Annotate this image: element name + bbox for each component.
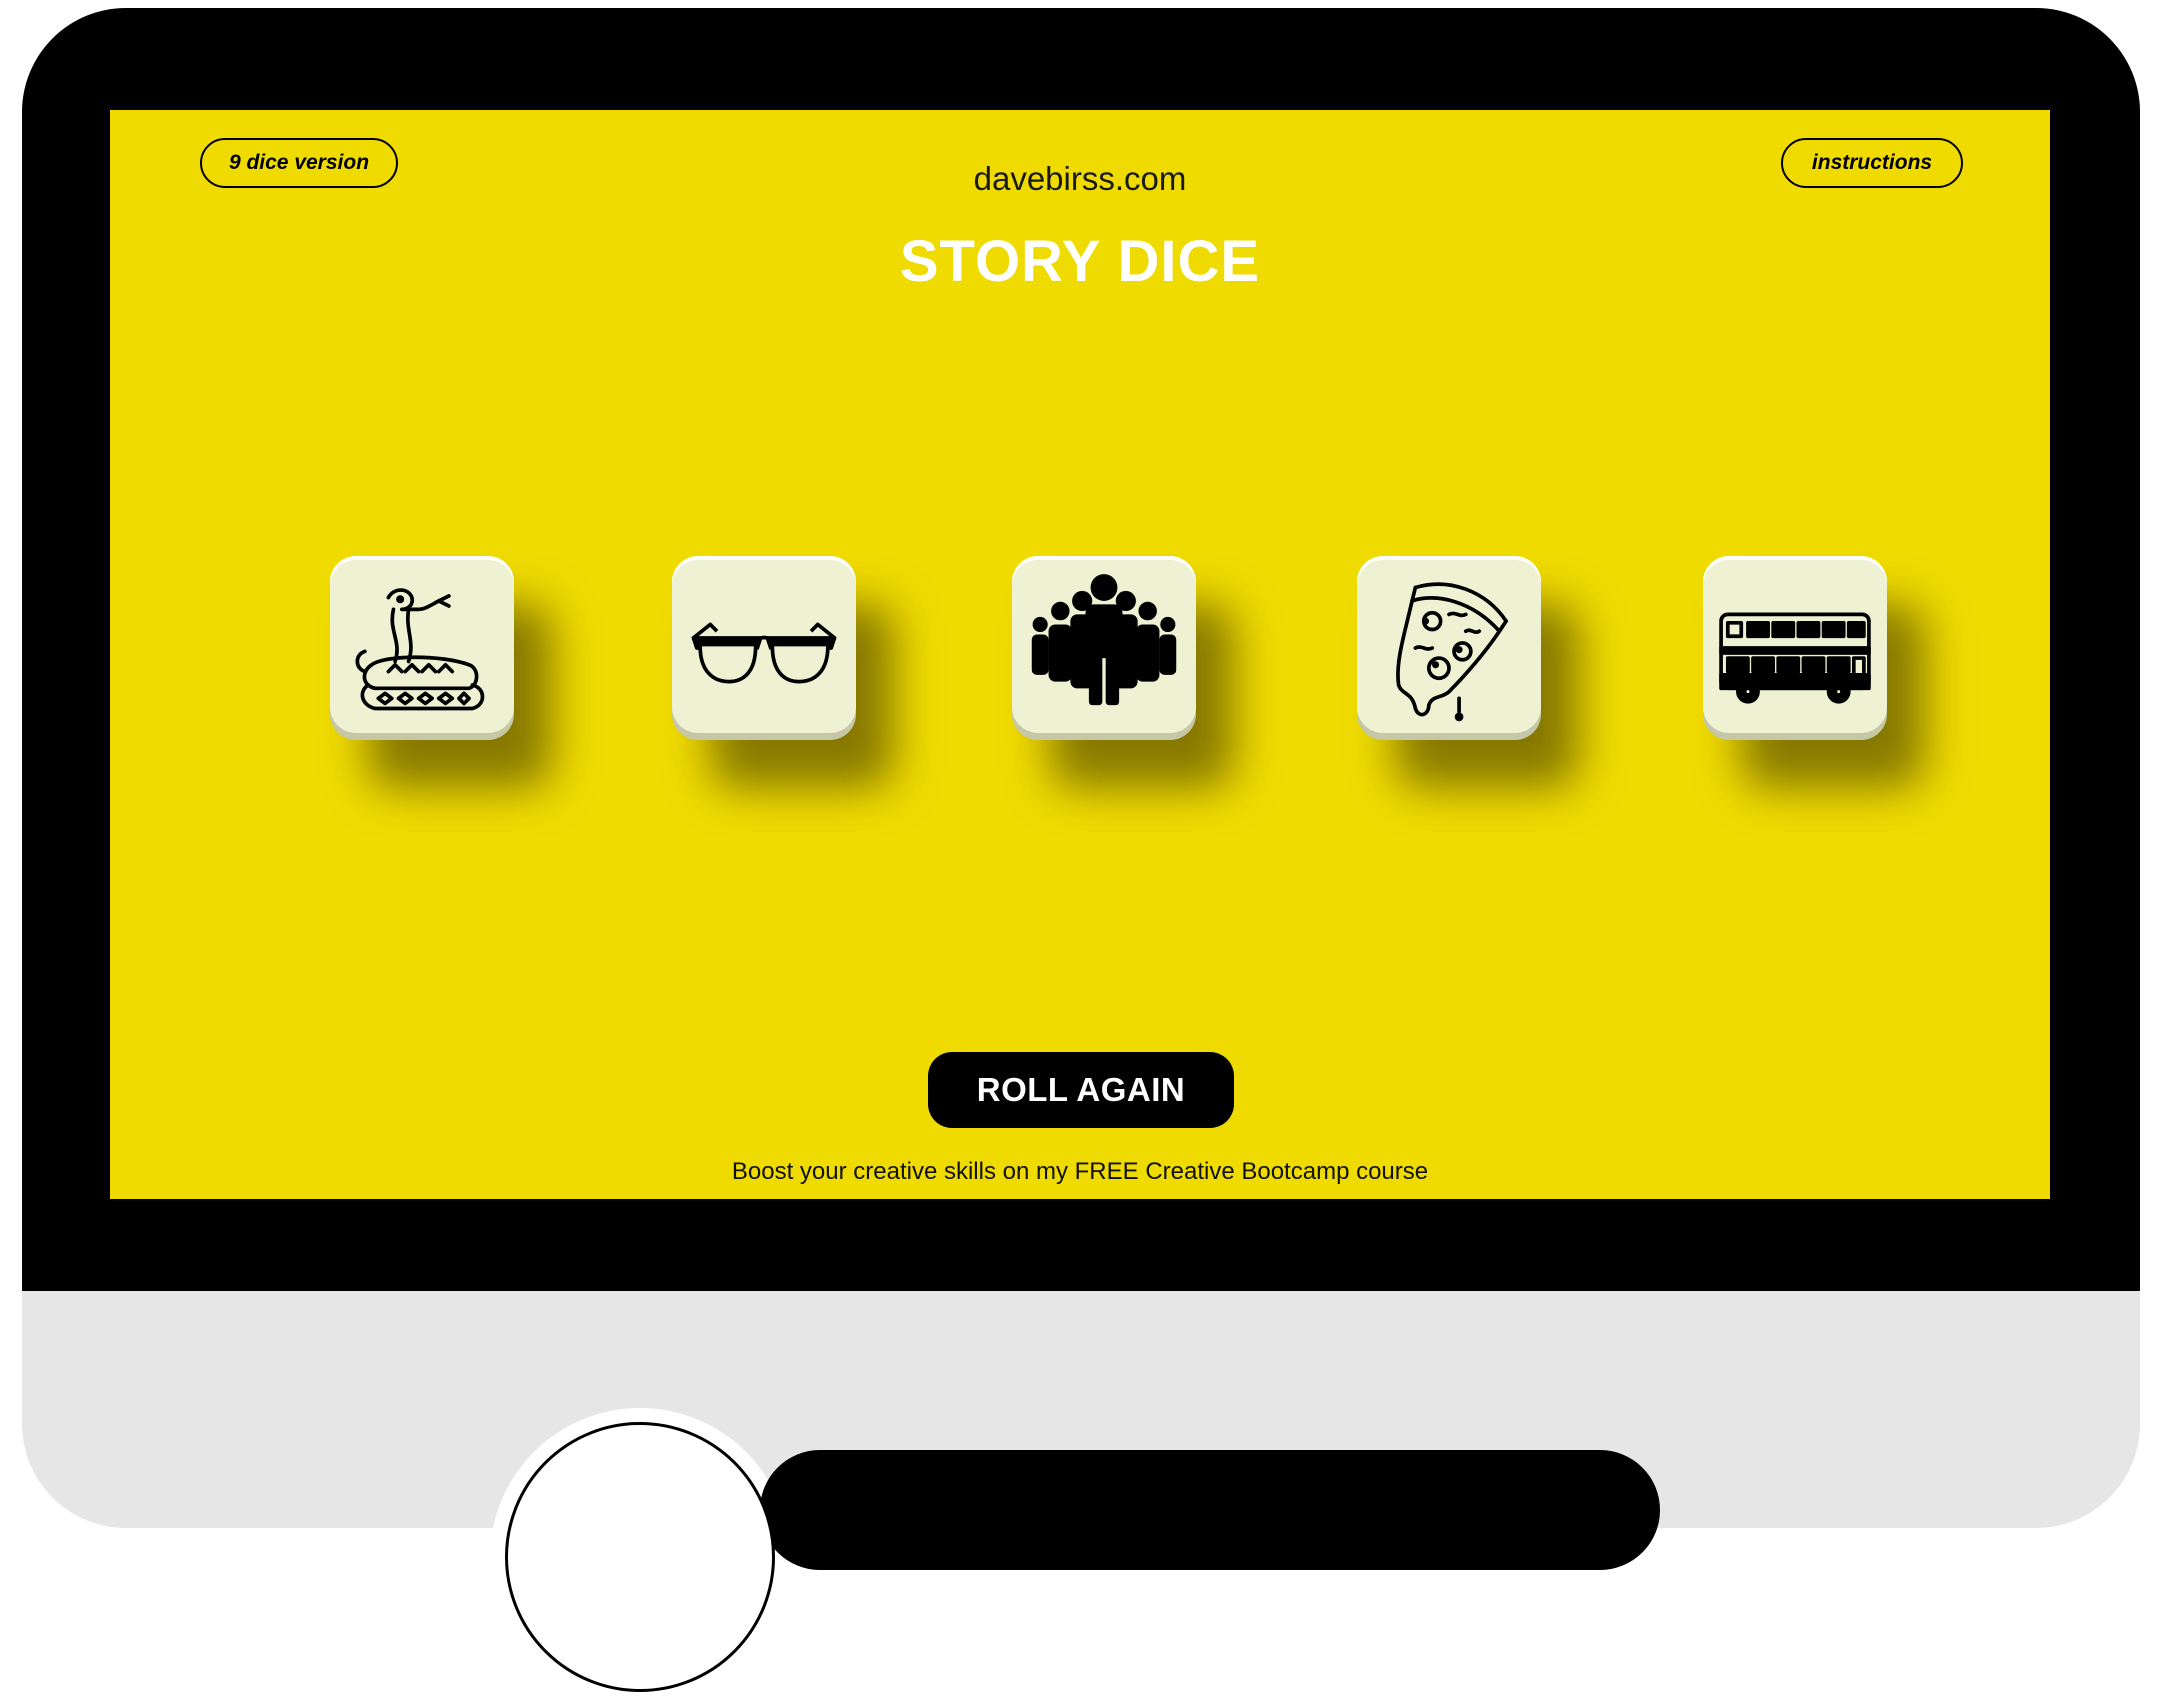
stand-knob bbox=[505, 1422, 775, 1692]
die-5 bbox=[1703, 556, 1887, 740]
die-4 bbox=[1357, 556, 1541, 740]
die-1 bbox=[330, 556, 514, 740]
roll-again-button[interactable]: ROLL AGAIN bbox=[928, 1052, 1234, 1128]
page-title: STORY DICE bbox=[899, 229, 1261, 294]
pizza-slice-icon bbox=[1396, 582, 1508, 722]
die-3 bbox=[1012, 556, 1196, 740]
snake-icon bbox=[355, 588, 485, 711]
die-2 bbox=[672, 556, 856, 740]
glasses-icon bbox=[691, 622, 837, 684]
monitor-bezel: 9 dice version instructions davebirss.co… bbox=[22, 8, 2140, 1291]
crowd-icon bbox=[1031, 574, 1177, 706]
site-name[interactable]: davebirss.com bbox=[110, 160, 2050, 198]
stand-bar bbox=[760, 1450, 1660, 1570]
app-screen: 9 dice version instructions davebirss.co… bbox=[110, 110, 2050, 1199]
double-decker-bus-icon bbox=[1719, 612, 1871, 704]
promo-link[interactable]: Boost your creative skills on my FREE Cr… bbox=[110, 1158, 2050, 1186]
monitor-frame: 9 dice version instructions davebirss.co… bbox=[22, 8, 2140, 1528]
